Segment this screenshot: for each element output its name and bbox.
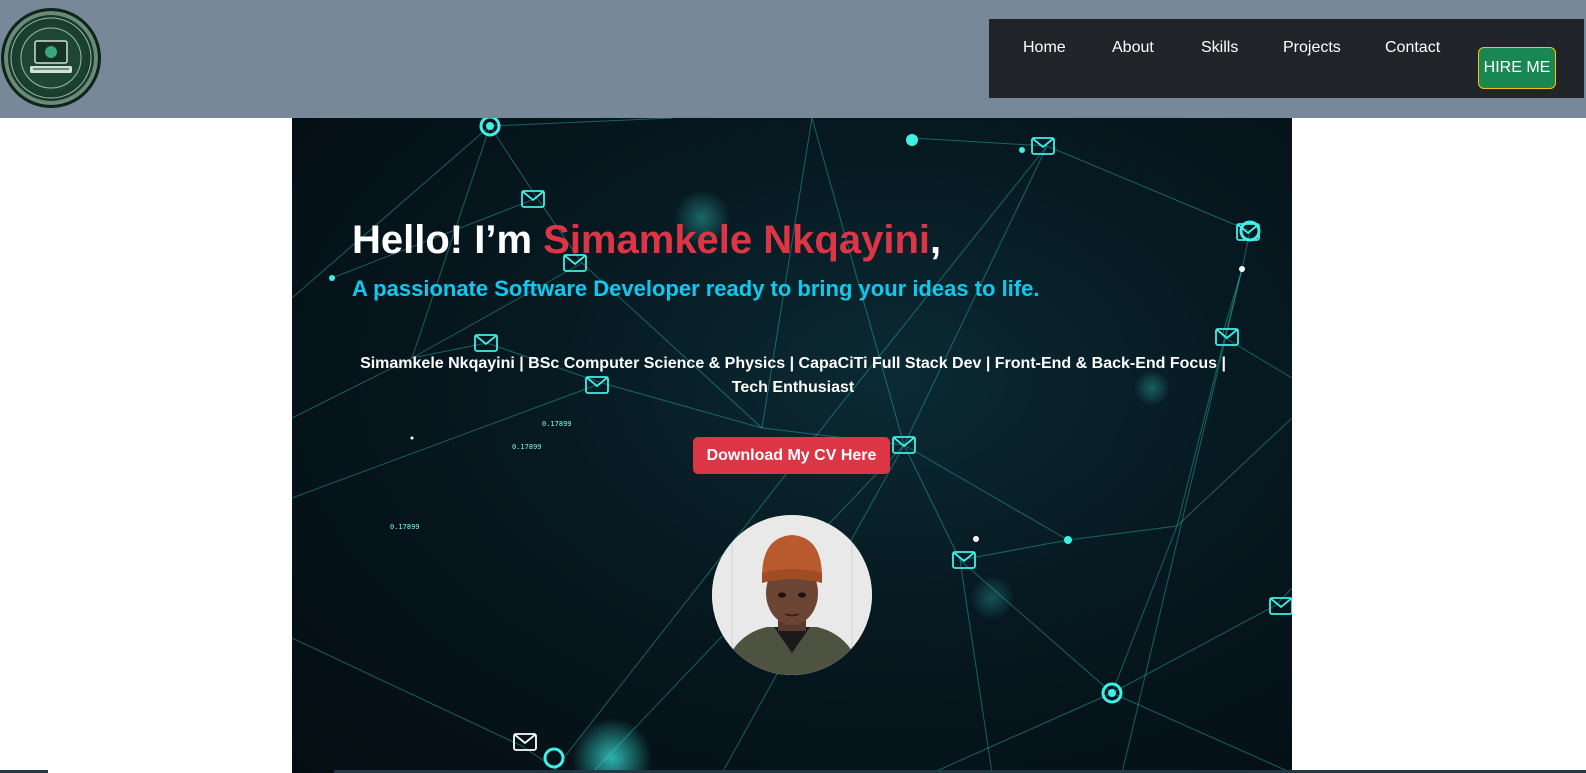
nav-contact[interactable]: Contact — [1385, 39, 1440, 57]
nav-about[interactable]: About — [1112, 39, 1154, 57]
site-logo[interactable] — [1, 8, 101, 108]
nav-projects[interactable]: Projects — [1283, 39, 1341, 57]
site-header: Home About Skills Projects Contact HIRE … — [0, 0, 1586, 118]
greeting-text: Hello! I’m — [352, 218, 544, 262]
bg-number: 0.17899 — [542, 420, 572, 428]
nav-skills[interactable]: Skills — [1201, 39, 1238, 57]
hire-me-button[interactable]: HIRE ME — [1478, 47, 1556, 89]
hero-name: Simamkele Nkqayini — [543, 218, 930, 262]
download-cv-button[interactable]: Download My CV Here — [693, 437, 890, 474]
hero-tagline: Simamkele Nkqayini | BSc Computer Scienc… — [360, 355, 1226, 396]
title-comma: , — [930, 218, 942, 262]
nav-home[interactable]: Home — [1023, 39, 1066, 57]
profile-photo-icon — [712, 515, 872, 675]
computer-logo-icon — [10, 17, 92, 99]
hero-subtitle: A passionate Software Developer ready to… — [352, 276, 1040, 301]
bg-number: 0.17899 — [390, 523, 420, 531]
hero-title: Hello! I’m Simamkele Nkqayini, — [352, 218, 941, 263]
hero-section: 0.17899 0.17899 0.17899 Hello! I’m Simam… — [292, 118, 1292, 773]
bg-number: 0.17899 — [512, 443, 542, 451]
profile-avatar — [712, 515, 872, 675]
